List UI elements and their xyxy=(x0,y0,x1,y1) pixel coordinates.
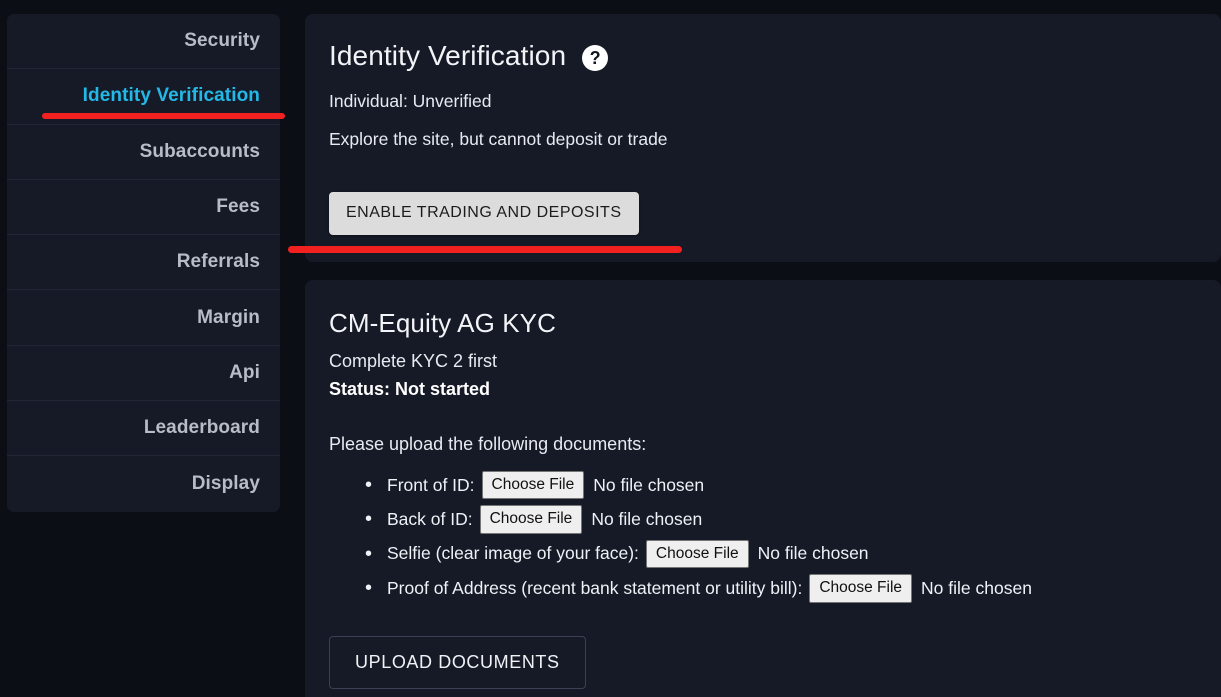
page-title: Identity Verification xyxy=(329,40,567,71)
sidebar-item-referrals[interactable]: Referrals xyxy=(7,235,280,291)
sidebar-item-label: Display xyxy=(191,473,260,495)
list-item: Selfie (clear image of your face): Choos… xyxy=(365,539,1221,569)
kyc-status: Status: Not started xyxy=(329,379,491,399)
file-status-selfie: No file chosen xyxy=(757,543,869,564)
choose-file-button-selfie[interactable]: Choose File xyxy=(645,539,749,569)
app-root: Security Identity Verification Subaccoun… xyxy=(0,0,1221,697)
document-label: Selfie (clear image of your face): xyxy=(387,543,639,564)
enable-trading-underline-annotation xyxy=(288,246,682,253)
sidebar-item-leaderboard[interactable]: Leaderboard xyxy=(7,401,280,457)
sidebar-item-security[interactable]: Security xyxy=(7,14,280,70)
kyc-subtitle: Complete KYC 2 first xyxy=(329,351,498,371)
sidebar-item-label: Security xyxy=(184,30,260,52)
settings-sidebar: Security Identity Verification Subaccoun… xyxy=(7,14,280,512)
choose-file-button-front-of-id[interactable]: Choose File xyxy=(481,471,585,500)
sidebar-item-api[interactable]: Api xyxy=(7,346,280,402)
kyc-card: CM-Equity AG KYC Complete KYC 2 first St… xyxy=(305,280,1221,697)
choose-file-button-proof-of-address[interactable]: Choose File xyxy=(809,574,913,603)
sidebar-item-margin[interactable]: Margin xyxy=(7,290,280,346)
upload-documents-button[interactable]: UPLOAD DOCUMENTS xyxy=(329,635,586,689)
file-status-back-of-id: No file chosen xyxy=(591,509,703,530)
sidebar-item-label: Fees xyxy=(216,196,260,218)
list-item: Front of ID: Choose File No file chosen xyxy=(365,471,1221,500)
sidebar-item-subaccounts[interactable]: Subaccounts xyxy=(7,125,280,180)
file-status-front-of-id: No file chosen xyxy=(593,474,705,495)
sidebar-item-label: Referrals xyxy=(176,251,260,273)
sidebar-item-label: Leaderboard xyxy=(143,417,260,439)
sidebar-item-label: Margin xyxy=(197,306,260,328)
sidebar-item-label: Subaccounts xyxy=(139,140,260,162)
identity-verification-card: Identity Verification ? Individual: Unve… xyxy=(305,14,1221,262)
document-label: Proof of Address (recent bank statement … xyxy=(387,577,803,598)
sidebar-item-display[interactable]: Display xyxy=(7,456,280,511)
sidebar-item-label: Api xyxy=(229,361,260,383)
verification-status: Individual: Unverified xyxy=(329,91,492,111)
sidebar-item-fees[interactable]: Fees xyxy=(7,180,280,236)
sidebar-item-label: Identity Verification xyxy=(82,85,260,107)
upload-instructions: Please upload the following documents: xyxy=(329,434,647,454)
list-item: Proof of Address (recent bank statement … xyxy=(365,574,1221,603)
verification-description: Explore the site, but cannot deposit or … xyxy=(329,129,668,149)
enable-trading-and-deposits-button[interactable]: ENABLE TRADING AND DEPOSITS xyxy=(329,192,639,235)
document-label: Back of ID: xyxy=(387,509,473,530)
document-label: Front of ID: xyxy=(387,474,475,495)
list-item: Back of ID: Choose File No file chosen xyxy=(365,505,1221,534)
choose-file-button-back-of-id[interactable]: Choose File xyxy=(479,505,583,534)
question-mark-icon[interactable]: ? xyxy=(582,44,609,71)
kyc-title: CM-Equity AG KYC xyxy=(329,308,556,338)
file-status-proof-of-address: No file chosen xyxy=(921,577,1032,598)
identity-verification-underline-annotation xyxy=(42,113,285,119)
page-title-row: Identity Verification ? xyxy=(329,40,1221,72)
document-upload-list: Front of ID: Choose File No file chosen … xyxy=(329,471,1221,603)
